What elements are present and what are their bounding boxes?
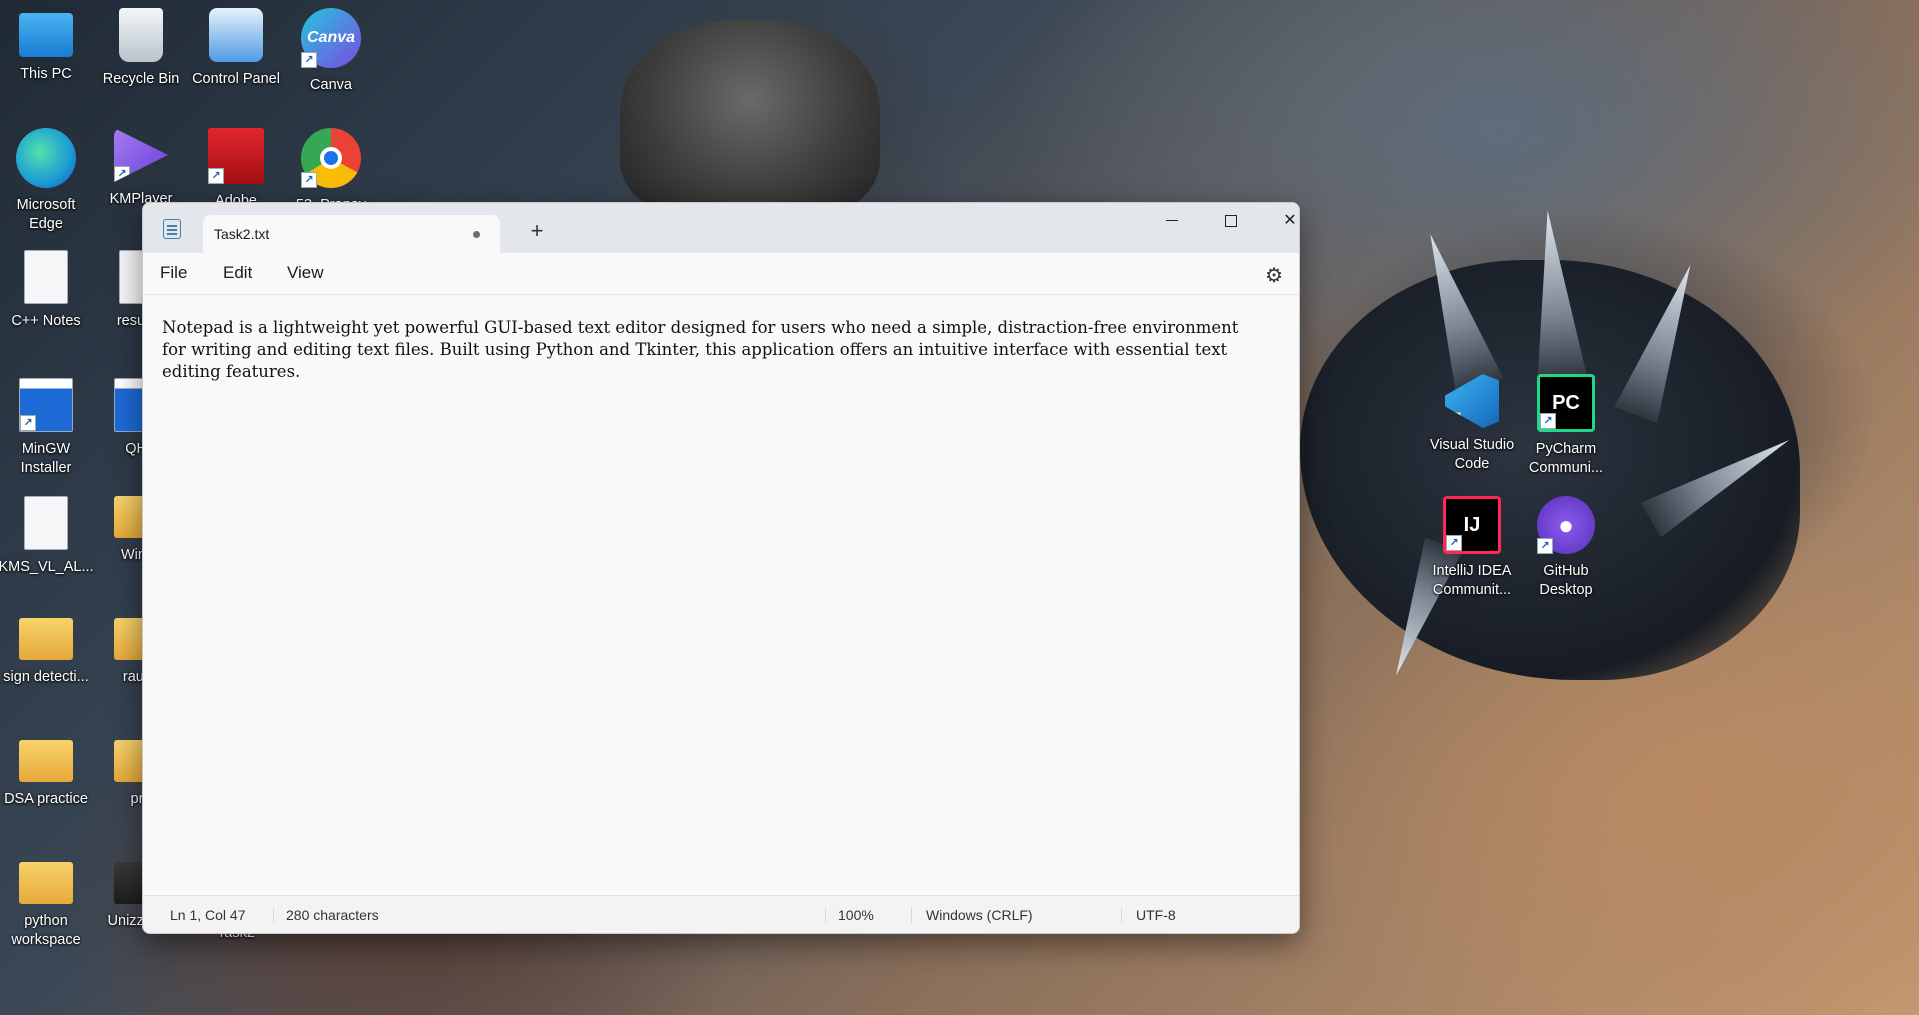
monitor-icon: [19, 13, 73, 57]
maximize-button[interactable]: [1202, 203, 1260, 239]
shortcut-arrow-icon: ↗: [301, 52, 317, 68]
shortcut-arrow-icon: ↗: [1537, 538, 1553, 554]
tab-title: Task2.txt: [214, 226, 270, 242]
desktop-icon-control-panel[interactable]: Control Panel: [190, 8, 282, 89]
line-ending[interactable]: Windows (CRLF): [911, 907, 1033, 923]
notepad-app-icon: [163, 219, 181, 239]
intellij-icon: IJ ↗: [1443, 496, 1501, 554]
desktop-icon-kms[interactable]: KMS_VL_AL...: [0, 496, 94, 577]
vscode-icon: ↗: [1445, 374, 1499, 428]
zoom-level[interactable]: 100%: [825, 907, 874, 923]
close-button[interactable]: ✕: [1261, 203, 1299, 239]
new-tab-button[interactable]: +: [521, 215, 553, 247]
shortcut-arrow-icon: ↗: [1446, 535, 1462, 551]
character-count: 280 characters: [273, 907, 379, 923]
editor-content[interactable]: Notepad is a lightweight yet powerful GU…: [162, 317, 1259, 383]
desktop-icon-intellij[interactable]: IJ ↗ IntelliJ IDEA Communit...: [1426, 496, 1518, 600]
menu-bar: File Edit View ⚙: [143, 253, 1299, 295]
encoding[interactable]: UTF-8: [1121, 907, 1176, 923]
menu-edit[interactable]: Edit: [223, 263, 252, 283]
shortcut-arrow-icon: ↗: [301, 172, 317, 188]
desktop-icon-cpp-notes[interactable]: C++ Notes: [0, 250, 92, 331]
document-icon: [24, 496, 68, 550]
shortcut-arrow-icon: ↗: [1445, 412, 1461, 428]
menu-view[interactable]: View: [287, 263, 324, 283]
shortcut-arrow-icon: ↗: [20, 415, 36, 431]
desktop-icon-pycharm[interactable]: PC ↗ PyCharm Communi...: [1520, 374, 1612, 478]
recycle-bin-icon: [119, 8, 163, 62]
cursor-position: Ln 1, Col 47: [170, 907, 246, 923]
folder-icon: [19, 740, 73, 782]
installer-icon: ↗: [19, 378, 73, 432]
minimize-icon: [1166, 220, 1178, 222]
folder-icon: [19, 862, 73, 904]
desktop-icon-python-workspace[interactable]: python workspace: [0, 862, 92, 950]
notepad-window: Task2.txt + ✕ File Edit View ⚙ Notepad i…: [142, 202, 1300, 934]
desktop-icon-kmplayer[interactable]: ↗ KMPlayer: [95, 128, 187, 209]
pycharm-icon: PC ↗: [1537, 374, 1595, 432]
desktop-icon-github-desktop[interactable]: ● ↗ GitHub Desktop: [1520, 496, 1612, 600]
text-editor-area[interactable]: Notepad is a lightweight yet powerful GU…: [143, 295, 1299, 895]
kmplayer-icon: ↗: [114, 128, 168, 182]
unsaved-dot-icon[interactable]: [473, 231, 480, 238]
desktop-icon-adobe[interactable]: ↗ Adobe: [190, 128, 282, 211]
adobe-icon: ↗: [208, 128, 264, 184]
canva-icon: Canva ↗: [301, 8, 361, 68]
desktop-icon-vscode[interactable]: ↗ Visual Studio Code: [1426, 374, 1518, 474]
shortcut-arrow-icon: ↗: [1540, 413, 1556, 429]
shortcut-arrow-icon: ↗: [114, 166, 130, 182]
desktop-icon-recycle-bin[interactable]: Recycle Bin: [95, 8, 187, 89]
document-icon: [24, 250, 68, 304]
status-bar: Ln 1, Col 47 280 characters 100% Windows…: [143, 895, 1299, 933]
desktop-icon-canva[interactable]: Canva ↗ Canva: [285, 8, 377, 95]
desktop-icon-dsa-practice[interactable]: DSA practice: [0, 740, 92, 809]
desktop-icon-sign-detection[interactable]: sign detecti...: [0, 618, 92, 687]
menu-file[interactable]: File: [160, 263, 187, 283]
minimize-button[interactable]: [1143, 203, 1201, 239]
control-panel-icon: [209, 8, 263, 62]
shortcut-arrow-icon: ↗: [208, 168, 224, 184]
desktop-icon-edge[interactable]: Microsoft Edge: [0, 128, 92, 234]
desktop-icon-this-pc[interactable]: This PC: [0, 8, 92, 84]
close-icon: ✕: [1283, 212, 1297, 229]
settings-gear-icon[interactable]: ⚙: [1265, 263, 1283, 288]
tab-task2[interactable]: Task2.txt: [203, 215, 500, 253]
maximize-icon: [1225, 214, 1237, 227]
wallpaper-helmet: [620, 20, 880, 220]
desktop-icon-mingw-installer[interactable]: ↗ MinGW Installer: [0, 378, 92, 478]
title-bar[interactable]: Task2.txt + ✕: [143, 203, 1299, 253]
edge-icon: [16, 128, 76, 188]
folder-icon: [19, 618, 73, 660]
chrome-icon: ↗: [301, 128, 361, 188]
github-icon: ● ↗: [1537, 496, 1595, 554]
